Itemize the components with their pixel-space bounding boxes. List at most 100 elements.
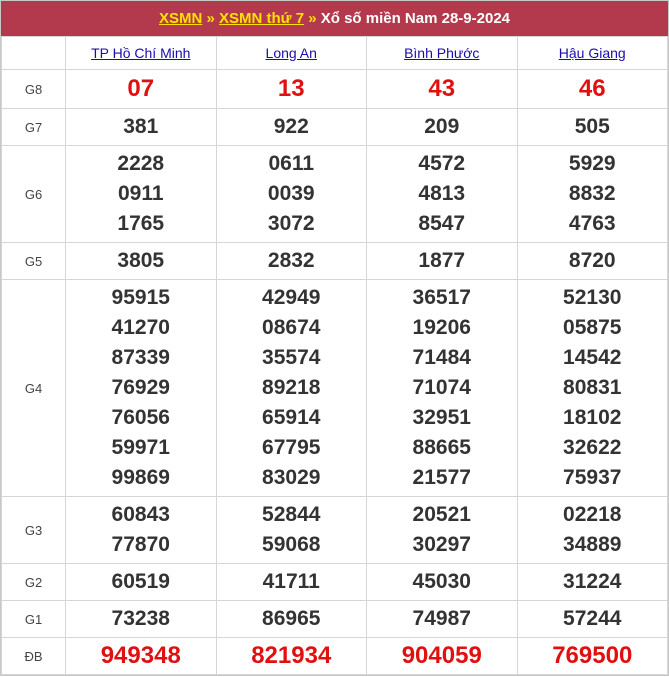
prize-label: G8 [1,69,66,109]
prize-number: 2228 [117,152,165,175]
prize-row: G5 3805 2832 1877 8720 [1,242,668,280]
prize-cell: 42949 08674 35574 89218 65914 67795 83029 [215,279,367,497]
prize-cell: 922 [215,108,367,146]
prize-row: G7 381 922 209 505 [1,108,668,146]
prize-cell: 57244 [516,600,668,638]
prize-cell: 36517 19206 71484 71074 32951 88665 21577 [366,279,518,497]
prize-number: 8832 [568,182,616,205]
prize-number: 4763 [568,212,616,235]
prize-number: 71484 [412,346,471,369]
prize-number: 45030 [412,570,471,593]
prize-number: 1877 [418,249,466,272]
prize-row: G6 2228 0911 1765 0611 0039 3072 4572 4813 8547 59… [1,145,668,243]
prize-cell: 74987 [366,600,518,638]
results-panel: XSMN » XSMN thứ 7 » Xổ số miền Nam 28-9-… [0,0,669,676]
prize-number: 07 [127,75,155,102]
prize-cell: 1877 [366,242,518,280]
prize-cell: 20521 30297 [366,496,518,564]
province-link-long-an[interactable]: Long An [266,45,317,61]
prize-cell: 505 [516,108,668,146]
page-title: Xổ số miền Nam 28-9-2024 [320,10,511,27]
prize-number: 13 [277,75,305,102]
prize-cell: 381 [65,108,217,146]
prize-number: 20521 [412,503,471,526]
title-bar: XSMN » XSMN thứ 7 » Xổ số miền Nam 28-9-… [1,1,668,36]
prize-number: 769500 [552,642,633,669]
prize-row: G2 60519 41711 45030 31224 [1,563,668,601]
prize-cell: 45030 [366,563,518,601]
prize-cell: 73238 [65,600,217,638]
prize-number: 60519 [111,570,170,593]
breadcrumb-separator: » [308,10,317,27]
prize-cell: 02218 34889 [516,496,668,564]
prize-label: G1 [1,600,66,638]
prize-number: 02218 [563,503,622,526]
prize-cell: 209 [366,108,518,146]
province-link-hcm[interactable]: TP Hồ Chí Minh [91,45,190,61]
prize-cell: 769500 [516,637,668,675]
province-link-hau-giang[interactable]: Hậu Giang [559,45,626,61]
prize-cell: 3805 [65,242,217,280]
prize-cell: 821934 [215,637,367,675]
prize-number: 949348 [100,642,181,669]
prize-number: 41711 [262,570,320,593]
prize-number: 59068 [262,533,321,556]
prize-number: 922 [273,115,309,138]
prize-number: 31224 [563,570,622,593]
prize-cell: 95915 41270 87339 76929 76056 59971 99869 [65,279,217,497]
prize-number: 65914 [262,406,321,429]
prize-cell: 46 [516,69,668,109]
prize-cell: 60843 77870 [65,496,217,564]
header-empty-cell [1,36,66,70]
prize-cell: 52844 59068 [215,496,367,564]
prize-row: G8 07 13 43 46 [1,69,668,109]
prize-number: 76929 [111,376,170,399]
prize-number: 5929 [568,152,616,175]
prize-number: 505 [574,115,610,138]
prize-label: ĐB [1,637,66,675]
prize-number: 74987 [412,607,471,630]
prize-number: 75937 [563,466,622,489]
province-header: Bình Phước [366,36,518,70]
prize-cell: 2832 [215,242,367,280]
breadcrumb-separator: » [206,10,215,27]
prize-cell: 8720 [516,242,668,280]
prize-number: 32622 [563,436,622,459]
province-link-binh-phuoc[interactable]: Bình Phước [404,45,479,61]
province-header: TP Hồ Chí Minh [65,36,217,70]
province-header: Long An [215,36,367,70]
prize-cell: 41711 [215,563,367,601]
prize-number: 52844 [262,503,321,526]
prize-number: 1765 [117,212,165,235]
prize-number: 42949 [262,286,321,309]
xsmn-link[interactable]: XSMN [159,10,202,27]
prize-row: ĐB 949348 821934 904059 769500 [1,637,668,675]
xsmn-saturday-link[interactable]: XSMN thứ 7 [219,10,304,27]
prize-number: 41270 [111,316,170,339]
province-header-row: TP Hồ Chí Minh Long An Bình Phước Hậu Gi… [1,36,668,70]
prize-number: 59971 [111,436,170,459]
prize-label: G4 [1,279,66,497]
prize-number: 73238 [111,607,170,630]
prize-number: 904059 [401,642,482,669]
prize-number: 60843 [111,503,170,526]
prize-number: 34889 [563,533,622,556]
prize-cell: 0611 0039 3072 [215,145,367,243]
prize-cell: 5929 8832 4763 [516,145,668,243]
prize-number: 67795 [262,436,321,459]
prize-number: 95915 [111,286,170,309]
prize-cell: 4572 4813 8547 [366,145,518,243]
prize-number: 8547 [418,212,466,235]
prize-label: G5 [1,242,66,280]
prize-cell: 31224 [516,563,668,601]
prize-number: 99869 [111,466,170,489]
prize-number: 209 [424,115,460,138]
prize-cell: 86965 [215,600,367,638]
prize-number: 86965 [262,607,321,630]
prize-cell: 2228 0911 1765 [65,145,217,243]
prize-label: G7 [1,108,66,146]
prize-number: 87339 [111,346,170,369]
prize-cell: 52130 05875 14542 80831 18102 32622 75937 [516,279,668,497]
prize-number: 3072 [267,212,315,235]
prize-number: 18102 [563,406,622,429]
